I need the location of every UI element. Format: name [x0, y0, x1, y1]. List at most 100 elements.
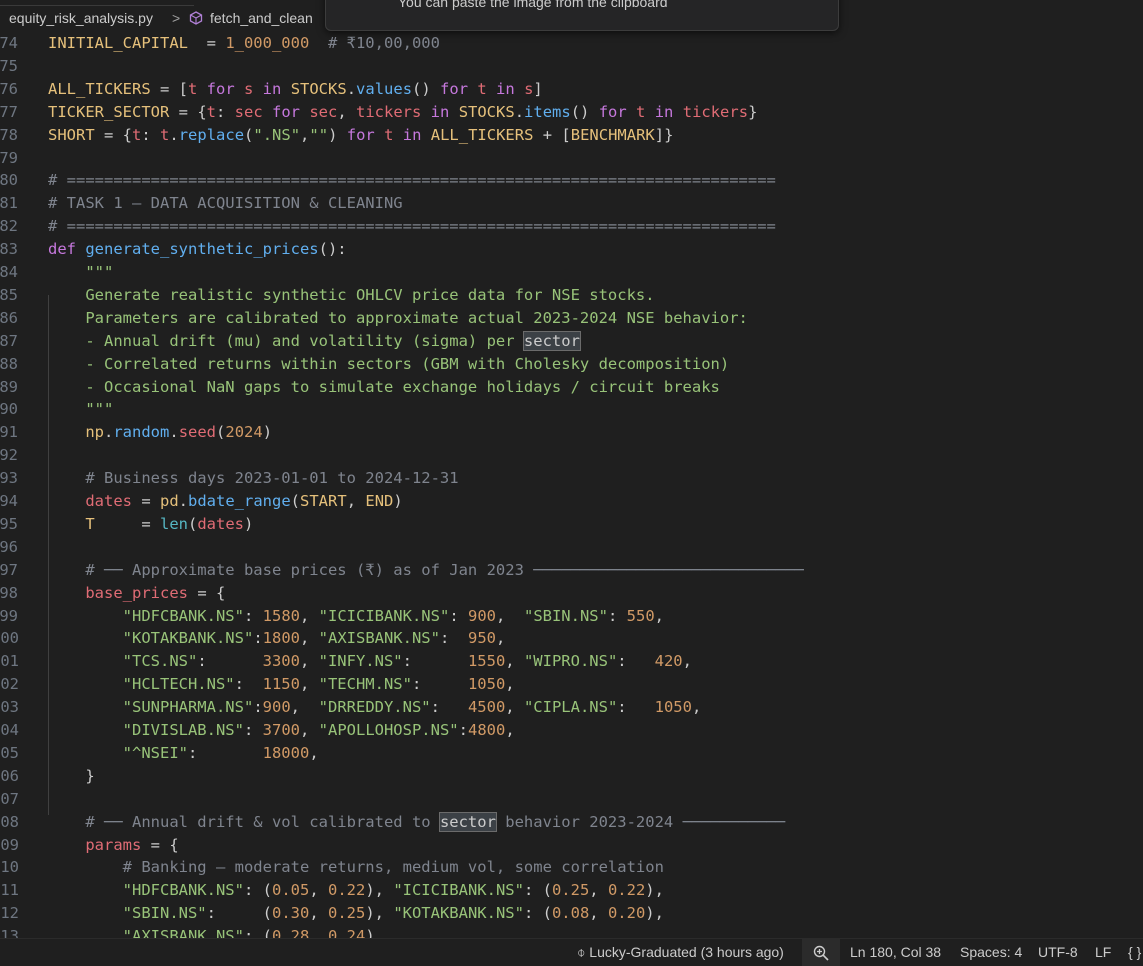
code-line[interactable]: 108 # ── Annual drift & vol calibrated t… — [0, 811, 1143, 834]
code-line[interactable]: 111 "HDFCBANK.NS": (0.05, 0.22), "ICICIB… — [0, 879, 1143, 902]
code-line[interactable]: 83 def generate_synthetic_prices(): — [0, 238, 1143, 261]
code-token: BENCHMARK — [570, 125, 655, 144]
status-bar: ⌽ Lucky-Graduated (3 hours ago) Ln 180, … — [0, 938, 1143, 966]
code-token: for — [430, 79, 469, 98]
line-number: 91 — [0, 423, 18, 442]
code-line[interactable]: 89 - Occasional NaN gaps to simulate exc… — [0, 376, 1143, 399]
code-token: 1_000_000 — [225, 34, 310, 52]
zoom-button[interactable] — [802, 939, 840, 966]
line-number: 95 — [0, 514, 18, 533]
code-line[interactable]: 75 — [0, 55, 1143, 78]
code-token: for — [197, 79, 235, 98]
code-line[interactable]: 107 — [0, 788, 1143, 811]
breadcrumb-symbol[interactable]: fetch_and_clean — [210, 10, 313, 26]
code-line[interactable]: 106 } — [0, 765, 1143, 788]
line-number: 75 — [0, 56, 18, 75]
line-number: 96 — [0, 537, 18, 556]
code-token: , — [691, 698, 702, 717]
code-token: : ( — [523, 881, 552, 900]
code-token: = { — [187, 583, 226, 602]
cursor-position[interactable]: Ln 180, Col 38 — [850, 944, 941, 960]
code-token: = — [187, 34, 226, 52]
line-number: 101 — [0, 652, 19, 671]
code-line[interactable]: 79 — [0, 147, 1143, 170]
code-token: 900 — [467, 606, 496, 625]
code-line[interactable]: 97 # ── Approximate base prices (₹) as o… — [0, 559, 1143, 582]
code-line[interactable]: 85 Generate realistic synthetic OHLCV pr… — [0, 284, 1143, 307]
git-blame-text: Lucky-Graduated (3 hours ago) — [589, 944, 784, 960]
code-line[interactable]: 91 np.random.seed(2024) — [0, 421, 1143, 444]
code-token: ), — [645, 904, 664, 923]
code-token: "APOLLOHOSP.NS" — [318, 721, 459, 739]
code-line[interactable]: 98 base_prices = { — [0, 582, 1143, 605]
line-number: 113 — [0, 927, 19, 938]
code-token: values — [356, 79, 413, 98]
code-line[interactable]: 94 dates = pd.bdate_range(START, END) — [0, 490, 1143, 513]
code-line[interactable]: 102 "HCLTECH.NS": 1150, "TECHM.NS": 1050… — [0, 673, 1143, 696]
eol-setting[interactable]: LF — [1095, 944, 1111, 960]
code-line[interactable]: 80 # ====================================… — [0, 169, 1143, 192]
indentation-setting[interactable]: Spaces: 4 — [960, 944, 1022, 960]
code-token: 1800 — [262, 629, 300, 648]
code-text: # ── Annual drift & vol calibrated to se… — [48, 811, 785, 834]
code-line[interactable]: 93 # Business days 2023-01-01 to 2024-12… — [0, 467, 1143, 490]
code-line[interactable]: 86 Parameters are calibrated to approxim… — [0, 307, 1143, 330]
code-token: } — [748, 102, 758, 121]
code-token: , — [299, 721, 319, 739]
code-line[interactable]: 81 # TASK 1 — DATA ACQUISITION & CLEANING — [0, 192, 1143, 215]
code-token: STOCKS — [290, 79, 347, 98]
code-line[interactable]: 90 """ — [0, 398, 1143, 421]
code-line[interactable]: 99 "HDFCBANK.NS": 1580, "ICICIBANK.NS": … — [0, 605, 1143, 628]
code-line[interactable]: 112 "SBIN.NS": (0.30, 0.25), "KOTAKBANK.… — [0, 902, 1143, 925]
line-number: 74 — [0, 34, 18, 52]
code-line[interactable]: 92 — [0, 444, 1143, 467]
code-line[interactable]: 77 TICKER_SECTOR = {t: sec for sec, ticke… — [0, 101, 1143, 124]
line-number: 98 — [0, 583, 18, 602]
code-text: params = { — [48, 834, 178, 857]
code-text: } — [48, 765, 94, 788]
code-line[interactable]: 76 ALL_TICKERS = [t for s in STOCKS.value… — [0, 78, 1143, 101]
language-mode-icon[interactable]: { } — [1128, 944, 1141, 960]
code-token: () — [412, 79, 431, 98]
code-token: """ — [48, 263, 114, 281]
code-line[interactable]: 96 — [0, 536, 1143, 559]
code-token: , — [346, 492, 366, 510]
code-line[interactable]: 87 - Annual drift (mu) and volatility (s… — [0, 330, 1143, 353]
code-line[interactable]: 74 INITIAL_CAPITAL = 1_000_000 # ₹10,00,0… — [0, 32, 1143, 55]
code-line[interactable]: 88 - Correlated returns within sectors (… — [0, 353, 1143, 376]
code-line[interactable]: 82 # ====================================… — [0, 215, 1143, 238]
code-token: , — [589, 904, 608, 923]
code-line[interactable]: 95 T = len(dates) — [0, 513, 1143, 536]
encoding-setting[interactable]: UTF-8 — [1038, 944, 1078, 960]
code-line[interactable]: 103 "SUNPHARMA.NS":900, "DRREDDY.NS": 45… — [0, 696, 1143, 719]
code-token: ( — [188, 514, 198, 533]
breadcrumb-file[interactable]: equity_risk_analysis.py — [9, 10, 153, 26]
code-line[interactable]: 104 "DIVISLAB.NS": 3700, "APOLLOHOSP.NS"… — [0, 719, 1143, 742]
code-line[interactable]: 100 "KOTAKBANK.NS":1800, "AXISBANK.NS": … — [0, 627, 1143, 650]
code-token: "KOTAKBANK.NS" — [393, 904, 524, 923]
code-line[interactable]: 105 "^NSEI": 18000, — [0, 742, 1143, 765]
code-text: INITIAL_CAPITAL = 1_000_000 # ₹10,00,000 — [48, 32, 440, 55]
code-token: START — [300, 492, 347, 510]
code-token: = { — [94, 125, 132, 144]
code-line[interactable]: 84 """ — [0, 261, 1143, 284]
git-blame-item[interactable]: ⌽ Lucky-Graduated (3 hours ago) — [577, 944, 784, 961]
code-token: 0.20 — [607, 904, 646, 923]
code-editor[interactable]: 74 INITIAL_CAPITAL = 1_000_000 # ₹10,00,0… — [0, 32, 1143, 938]
code-line[interactable]: 78 SHORT = {t: t.replace(".NS","") for t … — [0, 124, 1143, 147]
code-text: # Business days 2023-01-01 to 2024-12-31 — [48, 467, 458, 490]
code-text: TICKER_SECTOR = {t: sec for sec, tickers… — [48, 101, 757, 124]
code-token: items — [524, 102, 571, 121]
code-line[interactable]: 110 # Banking — moderate returns, medium… — [0, 856, 1143, 879]
code-line[interactable]: 101 "TCS.NS": 3300, "INFY.NS": 1550, "WI… — [0, 650, 1143, 673]
line-number: 108 — [0, 812, 19, 831]
code-line[interactable]: 113 "AXISBANK.NS": (0.28, 0.24), — [0, 925, 1143, 938]
code-token: sec — [234, 102, 263, 121]
code-line[interactable]: 109 params = { — [0, 834, 1143, 857]
code-token: def — [48, 240, 76, 259]
